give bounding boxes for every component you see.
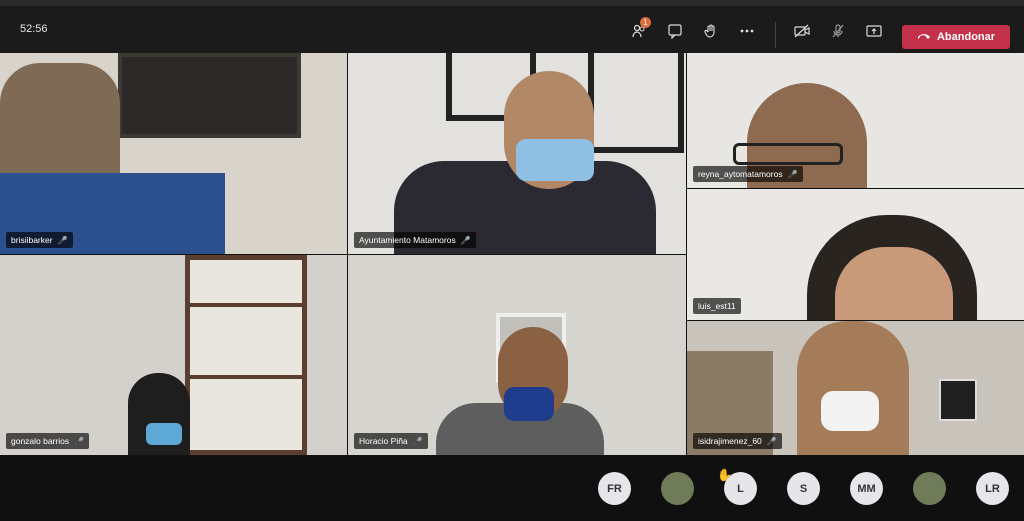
- share-icon[interactable]: [863, 20, 885, 42]
- leave-label: Abandonar: [936, 31, 996, 43]
- participant-label: gonzalo barrios 🎤: [6, 433, 90, 449]
- video-tile-4[interactable]: luis_est11: [687, 189, 1024, 320]
- chat-icon[interactable]: [664, 20, 686, 42]
- mic-icon: 🎤: [766, 436, 777, 446]
- meeting-toolbar: 52:56 1 Abandonar: [0, 0, 1024, 53]
- leave-button[interactable]: Abandonar: [902, 25, 1010, 49]
- phone-hangup-icon: [917, 31, 931, 44]
- mic-icon: 🎤: [787, 169, 798, 179]
- avatar[interactable]: LR: [976, 472, 1009, 505]
- people-icon[interactable]: 1: [628, 17, 651, 42]
- avatar[interactable]: S: [787, 472, 820, 505]
- participant-label: reyna_aytomatamoros 🎤: [693, 166, 803, 182]
- video-tile-2[interactable]: Ayuntamiento Matamoros 🎤: [348, 53, 686, 254]
- mic-off-icon[interactable]: [827, 20, 849, 42]
- video-tile-7[interactable]: isidrajimenez_60 🎤: [687, 321, 1024, 455]
- video-tile-3[interactable]: reyna_aytomatamoros 🎤: [687, 53, 1024, 188]
- mic-icon: 🎤: [57, 235, 68, 245]
- video-tile-1[interactable]: brisiibarker 🎤: [0, 53, 347, 254]
- avatar[interactable]: MM: [850, 472, 883, 505]
- mic-icon: 🎤: [74, 436, 85, 446]
- avatar[interactable]: FR: [598, 472, 631, 505]
- meeting-timer: 52:56: [20, 23, 48, 35]
- participant-label: brisiibarker 🎤: [6, 232, 73, 248]
- avatar[interactable]: [913, 472, 946, 505]
- avatar[interactable]: L: [724, 472, 757, 505]
- avatar[interactable]: [661, 472, 694, 505]
- hand-icon[interactable]: [700, 20, 722, 42]
- participant-label: luis_est11: [693, 298, 741, 314]
- toolbar-divider: [775, 22, 776, 48]
- participants-badge: 1: [640, 17, 651, 28]
- camera-off-icon[interactable]: [791, 20, 813, 42]
- video-tile-6[interactable]: Horacio Piña 🎤: [348, 255, 686, 455]
- participant-label: Ayuntamiento Matamoros 🎤: [354, 232, 476, 248]
- participant-label: Horacio Piña 🎤: [354, 433, 428, 449]
- more-icon[interactable]: [736, 20, 758, 42]
- participant-label: isidrajimenez_60 🎤: [693, 433, 782, 449]
- mic-icon: 🎤: [460, 235, 471, 245]
- mic-icon: 🎤: [412, 436, 423, 446]
- video-tile-5[interactable]: gonzalo barrios 🎤: [0, 255, 347, 455]
